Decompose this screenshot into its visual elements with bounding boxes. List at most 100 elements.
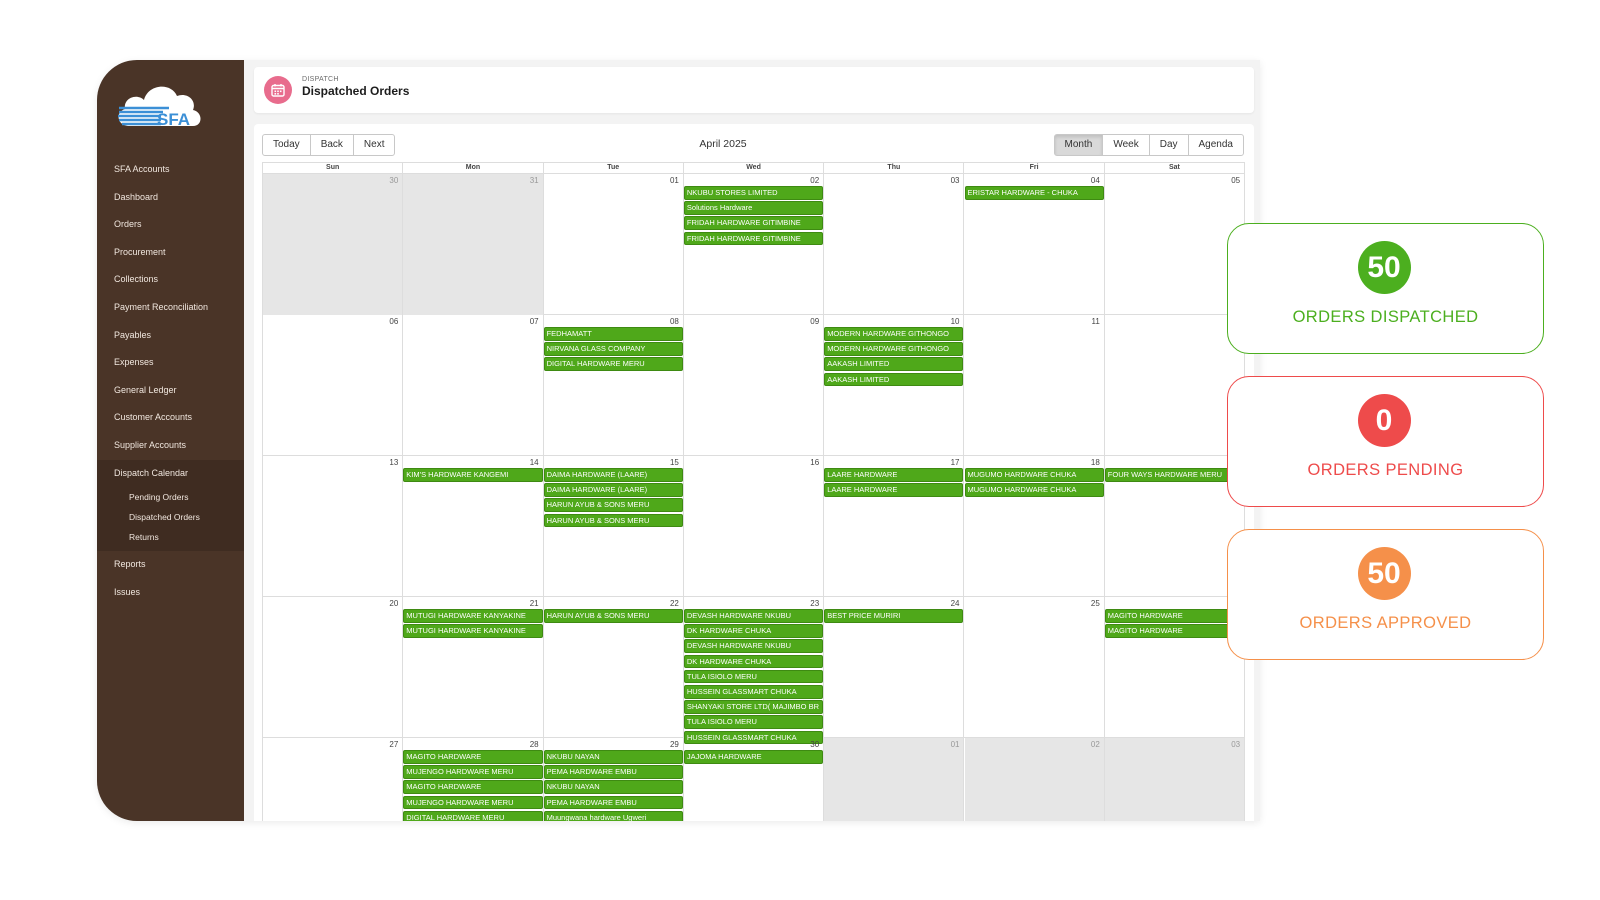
day-number[interactable]: 25 xyxy=(1091,599,1100,608)
day-cell[interactable]: 20 xyxy=(263,597,404,738)
calendar-event[interactable]: MAGITO HARDWARE xyxy=(1104,624,1245,638)
day-cell[interactable]: 01 xyxy=(544,174,684,315)
sidebar-item-expenses[interactable]: Expenses xyxy=(97,349,244,377)
calendar-event[interactable]: MUGUMO HARDWARE CHUKA xyxy=(964,468,1104,482)
calendar-event[interactable]: KIM'S HARDWARE KANGEMI xyxy=(403,468,543,482)
calendar-event[interactable]: Muungwana hardware Ugweri xyxy=(543,810,683,821)
day-cell[interactable]: 15 DAIMA HARDWARE (LAARE) DAIMA HARDWARE (… xyxy=(543,456,684,597)
calendar-event[interactable]: NKUBU NAYAN xyxy=(543,780,683,794)
day-cell[interactable]: 16 xyxy=(684,456,825,597)
day-number[interactable]: 03 xyxy=(951,176,960,185)
day-cell[interactable]: 11 xyxy=(965,315,1105,456)
calendar-event[interactable]: MUJENGO HARDWARE MERU xyxy=(403,795,543,810)
day-number[interactable]: 29 xyxy=(670,740,679,749)
calendar-event[interactable]: HUSSEIN GLASSMART CHUKA xyxy=(683,685,824,699)
calendar-event[interactable]: LAARE HARDWARE xyxy=(824,468,964,482)
day-number[interactable]: 04 xyxy=(1091,176,1100,185)
calendar-event[interactable]: HARUN AYUB & SONS MERU xyxy=(543,513,683,528)
day-number[interactable]: 20 xyxy=(389,599,398,608)
day-number[interactable]: 05 xyxy=(1231,176,1240,185)
day-cell[interactable]: 04 ERISTAR HARDWARE - CHUKA xyxy=(964,174,1105,315)
day-cell[interactable]: 12 xyxy=(1105,315,1246,456)
calendar-event[interactable]: MAGITO HARDWARE xyxy=(403,780,543,794)
calendar-event[interactable]: NIRVANA GLASS COMPANY xyxy=(543,342,683,356)
calendar-event[interactable]: Solutions Hardware xyxy=(683,201,824,215)
sidebar-item-procurement[interactable]: Procurement xyxy=(97,239,244,267)
sidebar-item-sfa-accounts[interactable]: SFA Accounts xyxy=(97,156,244,184)
calendar-event[interactable]: MODERN HARDWARE GITHONGO xyxy=(824,342,964,356)
calendar-event[interactable]: ERISTAR HARDWARE - CHUKA xyxy=(964,186,1104,200)
calendar-event[interactable]: MUGUMO HARDWARE CHUKA xyxy=(964,483,1104,497)
day-cell[interactable]: 31 xyxy=(403,174,544,315)
sidebar-item-reports[interactable]: Reports xyxy=(97,551,244,579)
day-number[interactable]: 08 xyxy=(670,317,679,326)
day-number[interactable]: 06 xyxy=(389,317,398,326)
day-cell[interactable]: 02 xyxy=(964,738,1105,821)
day-cell[interactable]: 24 BEST PRICE MURIRI xyxy=(824,597,965,738)
day-number[interactable]: 02 xyxy=(1091,740,1100,749)
day-cell[interactable]: 08 FEDHAMATT NIRVANA GLASS COMPANY DIGITAL … xyxy=(543,315,684,456)
calendar-event[interactable]: NKUBU STORES LIMITED xyxy=(683,186,824,200)
calendar-event[interactable]: MAGITO HARDWARE xyxy=(1104,609,1245,623)
day-number[interactable]: 09 xyxy=(810,317,819,326)
day-number[interactable]: 07 xyxy=(530,317,539,326)
day-number[interactable]: 13 xyxy=(389,458,398,467)
calendar-event[interactable]: FOUR WAYS HARDWARE MERU xyxy=(1104,468,1245,482)
calendar-event[interactable]: MUTUGI HARDWARE KANYAKINE xyxy=(403,609,543,623)
calendar-event[interactable]: DIGITAL HARDWARE MERU xyxy=(403,810,543,821)
calendar-event[interactable]: MODERN HARDWARE GITHONGO xyxy=(824,327,964,341)
day-cell[interactable]: 10 MODERN HARDWARE GITHONGO MODERN HARDWAR… xyxy=(824,315,965,456)
day-number[interactable]: 27 xyxy=(389,740,398,749)
day-cell[interactable]: 07 xyxy=(403,315,544,456)
calendar-event[interactable]: DIGITAL HARDWARE MERU xyxy=(543,357,683,371)
sidebar-subitem-dispatched-orders[interactable]: Dispatched Orders xyxy=(97,507,244,527)
day-cell[interactable]: 25 xyxy=(965,597,1105,738)
calendar-event[interactable]: FRIDAH HARDWARE GITIMBINE xyxy=(683,216,824,230)
day-cell[interactable]: 30 xyxy=(263,174,404,315)
calendar-event[interactable]: MUTUGI HARDWARE KANYAKINE xyxy=(403,624,543,638)
calendar-event[interactable]: DK HARDWARE CHUKA xyxy=(683,624,824,638)
calendar-event[interactable]: HARUN AYUB & SONS MERU xyxy=(543,498,683,512)
day-number[interactable]: 22 xyxy=(670,599,679,608)
sidebar-item-payment-reconciliation[interactable]: Payment Reconciliation xyxy=(97,294,244,322)
calendar-event[interactable]: PEMA HARDWARE EMBU xyxy=(543,795,683,810)
day-number[interactable]: 02 xyxy=(810,176,819,185)
calendar-event[interactable]: AAKASH LIMITED xyxy=(824,372,964,387)
day-number[interactable]: 10 xyxy=(951,317,960,326)
day-number[interactable]: 18 xyxy=(1091,458,1100,467)
day-number[interactable]: 15 xyxy=(670,458,679,467)
day-number[interactable]: 28 xyxy=(530,740,539,749)
day-cell[interactable]: 17 LAARE HARDWARE LAARE HARDWARE xyxy=(824,456,965,597)
sidebar-item-customer-accounts[interactable]: Customer Accounts xyxy=(97,404,244,432)
day-number[interactable]: 01 xyxy=(670,176,679,185)
calendar-event[interactable]: MUJENGO HARDWARE MERU xyxy=(403,765,543,779)
day-number[interactable]: 17 xyxy=(951,458,960,467)
calendar-event[interactable]: AAKASH LIMITED xyxy=(824,357,964,371)
day-number[interactable]: 31 xyxy=(530,176,539,185)
calendar-event[interactable]: DEVASH HARDWARE NKUBU xyxy=(683,639,824,653)
day-number[interactable]: 21 xyxy=(530,599,539,608)
day-cell[interactable]: 03 xyxy=(1104,738,1246,821)
sidebar-item-issues[interactable]: Issues xyxy=(97,579,244,607)
calendar-event[interactable]: MAGITO HARDWARE xyxy=(403,750,543,764)
calendar-event[interactable]: HARUN AYUB & SONS MERU xyxy=(543,609,683,623)
day-cell[interactable]: 02 NKUBU STORES LIMITED Solutions Hardware… xyxy=(683,174,825,315)
calendar-event[interactable]: DK HARDWARE CHUKA xyxy=(683,654,824,669)
calendar-event[interactable]: FEDHAMATT xyxy=(543,327,683,341)
day-number[interactable]: 11 xyxy=(1091,317,1099,326)
day-cell[interactable]: 28 MAGITO HARDWARE MUJENGO HARDWARE MERU MA… xyxy=(403,738,544,821)
calendar-event[interactable]: TULA ISIOLO MERU xyxy=(683,715,824,729)
calendar-event[interactable]: FRIDAH HARDWARE GITIMBINE xyxy=(683,231,824,246)
calendar-event[interactable]: DAIMA HARDWARE (LAARE) xyxy=(543,483,683,497)
agenda-view-button[interactable]: Agenda xyxy=(1187,134,1244,156)
calendar-event[interactable]: DAIMA HARDWARE (LAARE) xyxy=(543,468,683,482)
sidebar-item-collections[interactable]: Collections xyxy=(97,266,244,294)
sidebar-subitem-returns[interactable]: Returns xyxy=(97,527,244,547)
day-cell[interactable]: 21 MUTUGI HARDWARE KANYAKINE MUTUGI HARDWA… xyxy=(403,597,544,738)
day-cell[interactable]: 09 xyxy=(684,315,825,456)
day-number[interactable]: 24 xyxy=(951,599,960,608)
calendar-event[interactable]: DEVASH HARDWARE NKUBU xyxy=(683,609,824,623)
calendar-event[interactable]: PEMA HARDWARE EMBU xyxy=(543,765,683,779)
day-cell[interactable]: 05 xyxy=(1105,174,1246,315)
day-number[interactable]: 01 xyxy=(951,740,960,749)
